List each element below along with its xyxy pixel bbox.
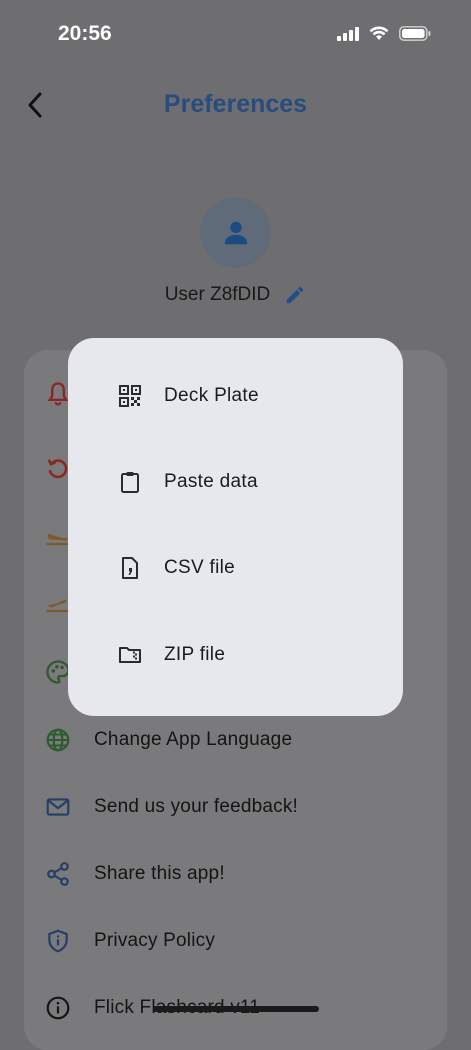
- settings-item-privacy[interactable]: Privacy Policy: [44, 927, 215, 955]
- shield-icon: [44, 927, 72, 955]
- settings-item-language[interactable]: Change App Language: [44, 726, 292, 754]
- page-title: Preferences: [163, 90, 308, 118]
- clipboard-icon: [118, 470, 142, 494]
- zip-folder-icon: [118, 643, 142, 667]
- settings-item-share[interactable]: Share this app!: [44, 860, 225, 888]
- mail-icon: [44, 793, 72, 821]
- menu-item-deck-plate[interactable]: Deck Plate: [118, 376, 259, 416]
- menu-item-zip-file[interactable]: ZIP file: [118, 635, 225, 675]
- qr-code-icon: [118, 384, 142, 408]
- wifi-icon: [369, 26, 389, 40]
- share-icon: [44, 860, 72, 888]
- cellular-signal-icon: [337, 26, 359, 41]
- csv-file-icon: [118, 556, 142, 580]
- menu-item-label: ZIP file: [164, 644, 226, 665]
- settings-item-label: Change App Language: [94, 729, 293, 750]
- info-icon: [44, 994, 72, 1022]
- status-time: 20:56: [58, 22, 112, 45]
- menu-item-label: Deck Plate: [164, 385, 259, 406]
- globe-icon: [44, 726, 72, 754]
- home-indicator[interactable]: [153, 1006, 319, 1012]
- app-header: Preferences: [0, 70, 471, 140]
- username-row: User Z8fDID: [0, 284, 471, 306]
- status-icons: [337, 26, 431, 41]
- avatar[interactable]: [200, 197, 271, 268]
- settings-item-label: Privacy Policy: [94, 930, 216, 951]
- settings-item-label: Send us your feedback!: [94, 796, 299, 817]
- status-bar: 20:56: [0, 0, 471, 70]
- edit-pencil-icon[interactable]: [284, 284, 306, 306]
- import-menu-popup: Deck Plate Paste data CSV file ZIP file: [68, 338, 403, 716]
- battery-icon: [399, 26, 431, 41]
- settings-item-label: Share this app!: [94, 863, 225, 884]
- person-icon: [224, 221, 247, 244]
- menu-item-label: CSV file: [164, 557, 236, 578]
- menu-item-csv-file[interactable]: CSV file: [118, 548, 235, 588]
- menu-item-label: Paste data: [164, 471, 258, 492]
- settings-item-feedback[interactable]: Send us your feedback!: [44, 793, 298, 821]
- username: User Z8fDID: [164, 284, 271, 305]
- menu-item-paste-data[interactable]: Paste data: [118, 462, 258, 502]
